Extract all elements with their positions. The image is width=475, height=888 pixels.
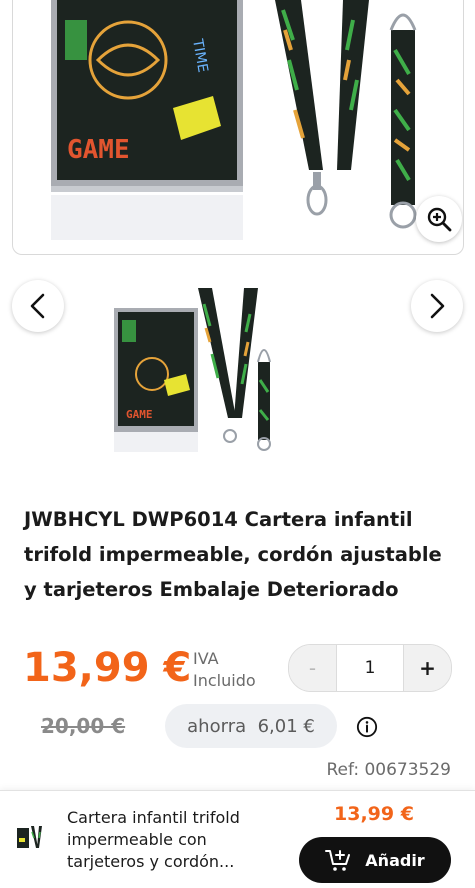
thumbnail-image: GAME <box>114 288 271 452</box>
quantity-stepper: - 1 + <box>288 644 452 692</box>
zoom-button[interactable] <box>416 196 462 242</box>
quantity-increase-button[interactable]: + <box>404 645 451 691</box>
cart-add-icon <box>325 850 351 871</box>
sticky-price: 13,99 € <box>334 803 414 825</box>
sticky-product-name: Cartera infantil trifold impermeable con… <box>67 808 240 871</box>
tax-note: IVA Incluido <box>193 648 256 692</box>
quantity-decrease-button[interactable]: - <box>289 645 336 691</box>
wallet-print-text: GAME <box>67 135 130 165</box>
sticky-add-to-cart-bar: Cartera infantil trifold impermeable con… <box>0 790 475 888</box>
main-product-image[interactable]: GAME TIME <box>12 0 464 255</box>
tax-note-line2: Incluido <box>193 671 256 690</box>
product-reference: Ref: 00673529 <box>326 760 451 780</box>
chevron-left-icon <box>30 293 45 319</box>
current-price: 13,99 € <box>23 645 192 691</box>
zoom-in-icon <box>427 207 452 232</box>
quantity-value[interactable]: 1 <box>336 645 404 691</box>
wallet-lanyard-photo: GAME TIME <box>51 0 417 240</box>
savings-badge: ahorra 6,01 € <box>165 704 337 748</box>
old-price: 20,00 € <box>41 714 126 738</box>
svg-text:GAME: GAME <box>126 408 153 421</box>
gallery-prev-button[interactable] <box>12 280 64 332</box>
savings-label: ahorra 6,01 € <box>187 715 315 737</box>
tax-note-line1: IVA <box>193 649 219 668</box>
add-to-cart-label: Añadir <box>365 850 425 870</box>
chevron-right-icon <box>430 293 445 319</box>
gallery-thumbnail[interactable]: GAME <box>112 284 282 454</box>
gallery-next-button[interactable] <box>411 280 463 332</box>
product-title: JWBHCYL DWP6014 Cartera infantil trifold… <box>24 508 442 601</box>
info-icon[interactable] <box>356 716 378 738</box>
add-to-cart-button[interactable]: Añadir <box>299 837 451 883</box>
sticky-product-thumbnail <box>17 826 42 848</box>
